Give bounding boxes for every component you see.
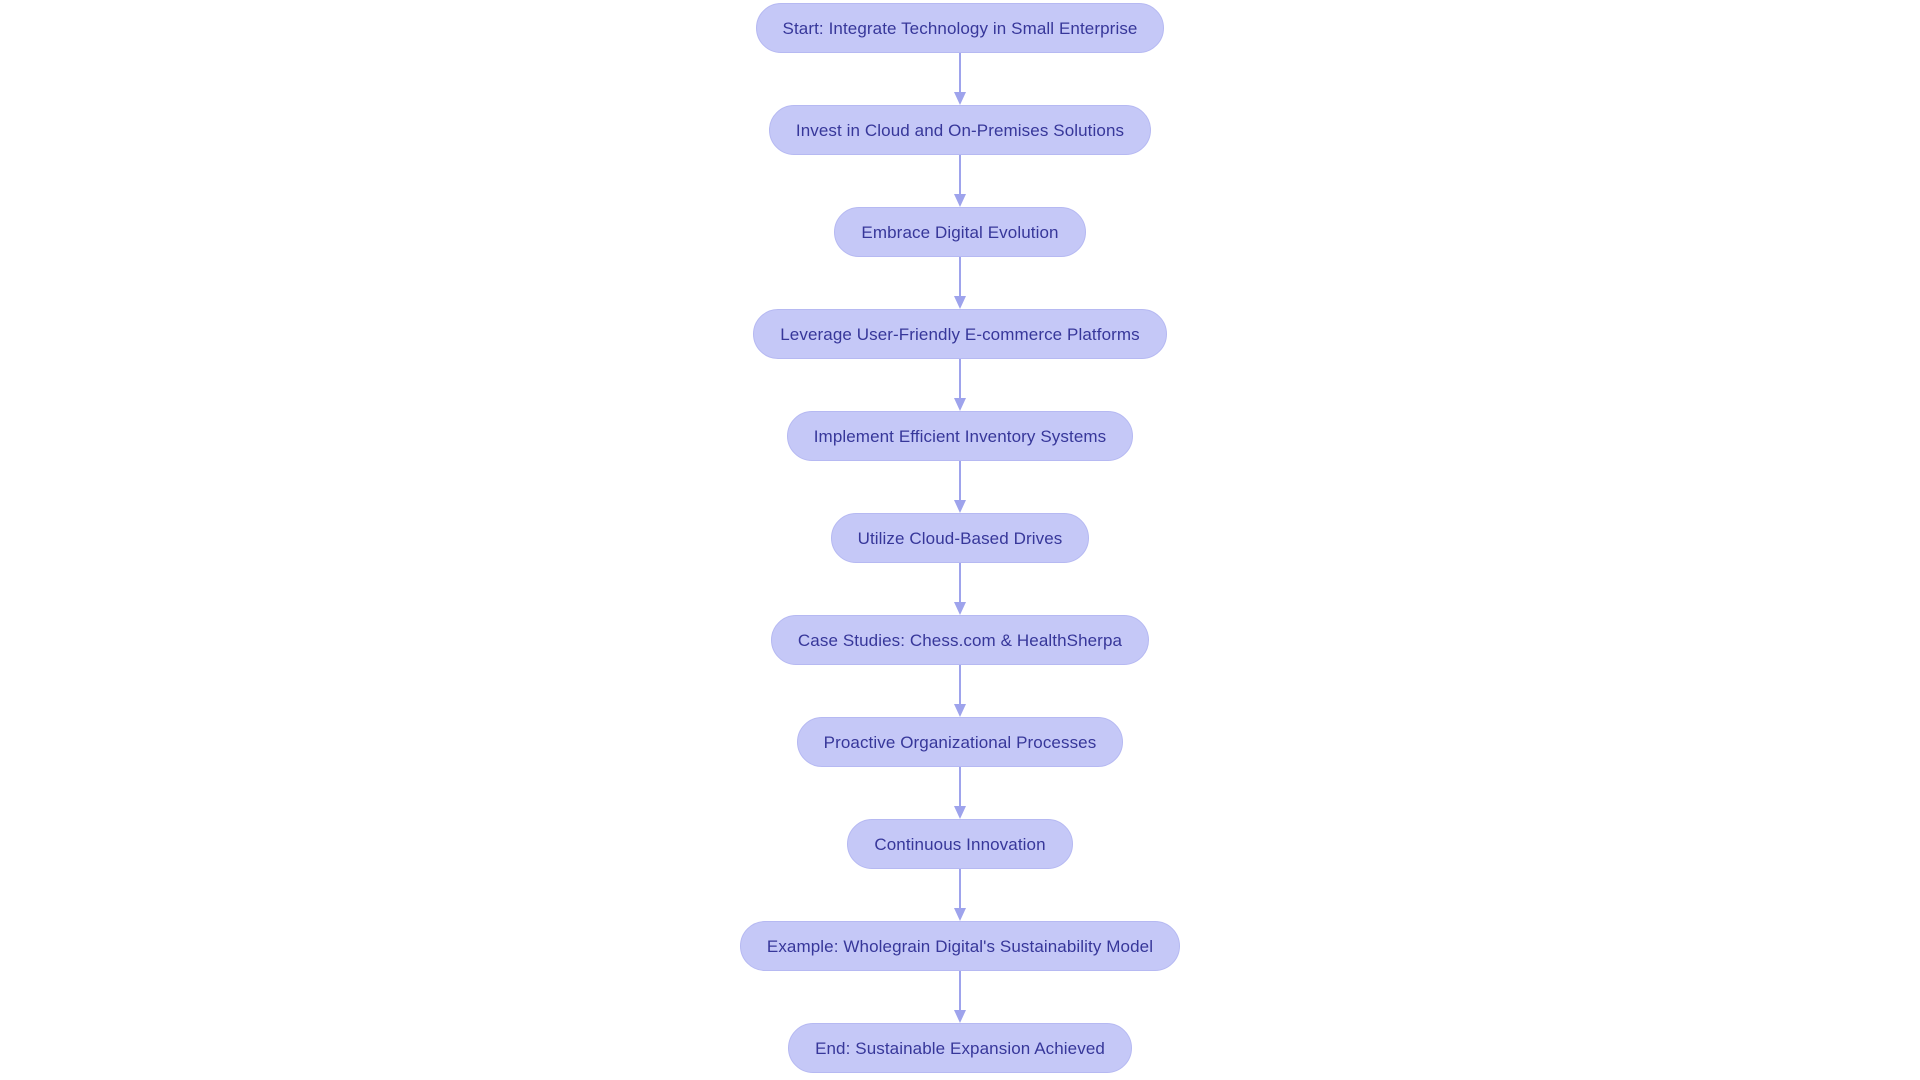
flowchart-node-n5[interactable]: Implement Efficient Inventory Systems xyxy=(786,411,1134,461)
flowchart-arrow-n9-to-n10 xyxy=(948,869,972,921)
flowchart-node-label: Utilize Cloud-Based Drives xyxy=(857,528,1063,548)
flowchart-node-column: Start: Integrate Technology in Small Ent… xyxy=(0,0,1920,1073)
flowchart-node-n11[interactable]: End: Sustainable Expansion Achieved xyxy=(788,1023,1132,1073)
flowchart-node-n2[interactable]: Invest in Cloud and On-Premises Solution… xyxy=(768,105,1152,155)
flowchart-arrow-n5-to-n6 xyxy=(948,461,972,513)
flowchart-arrow-n4-to-n5 xyxy=(948,359,972,411)
flowchart-arrow-n1-to-n2 xyxy=(948,53,972,105)
flowchart-node-label: Example: Wholegrain Digital's Sustainabi… xyxy=(766,936,1154,956)
flowchart-node-n8[interactable]: Proactive Organizational Processes xyxy=(796,717,1124,767)
flowchart-arrow-n10-to-n11 xyxy=(948,971,972,1023)
flowchart-arrow-n6-to-n7 xyxy=(948,563,972,615)
flowchart-node-label: End: Sustainable Expansion Achieved xyxy=(815,1038,1105,1058)
flowchart-node-n9[interactable]: Continuous Innovation xyxy=(847,819,1073,869)
flowchart-node-label: Proactive Organizational Processes xyxy=(823,732,1097,752)
flowchart-node-n6[interactable]: Utilize Cloud-Based Drives xyxy=(830,513,1090,563)
flowchart-node-label: Leverage User-Friendly E-commerce Platfo… xyxy=(780,324,1140,344)
flowchart-node-label: Start: Integrate Technology in Small Ent… xyxy=(782,18,1138,38)
flowchart-node-label: Invest in Cloud and On-Premises Solution… xyxy=(795,120,1125,140)
flowchart-arrow-n8-to-n9 xyxy=(948,767,972,819)
flowchart-node-label: Case Studies: Chess.com & HealthSherpa xyxy=(797,630,1123,650)
flowchart-node-n4[interactable]: Leverage User-Friendly E-commerce Platfo… xyxy=(753,309,1167,359)
flowchart-node-n10[interactable]: Example: Wholegrain Digital's Sustainabi… xyxy=(739,921,1181,971)
flowchart-node-label: Embrace Digital Evolution xyxy=(861,222,1059,242)
flowchart-node-label: Continuous Innovation xyxy=(874,834,1046,854)
flowchart-canvas: Start: Integrate Technology in Small Ent… xyxy=(0,0,1920,1080)
flowchart-arrow-n7-to-n8 xyxy=(948,665,972,717)
flowchart-node-label: Implement Efficient Inventory Systems xyxy=(813,426,1107,446)
flowchart-node-n1[interactable]: Start: Integrate Technology in Small Ent… xyxy=(755,3,1165,53)
flowchart-arrow-n2-to-n3 xyxy=(948,155,972,207)
flowchart-arrow-n3-to-n4 xyxy=(948,257,972,309)
flowchart-node-n3[interactable]: Embrace Digital Evolution xyxy=(834,207,1086,257)
flowchart-node-n7[interactable]: Case Studies: Chess.com & HealthSherpa xyxy=(770,615,1150,665)
